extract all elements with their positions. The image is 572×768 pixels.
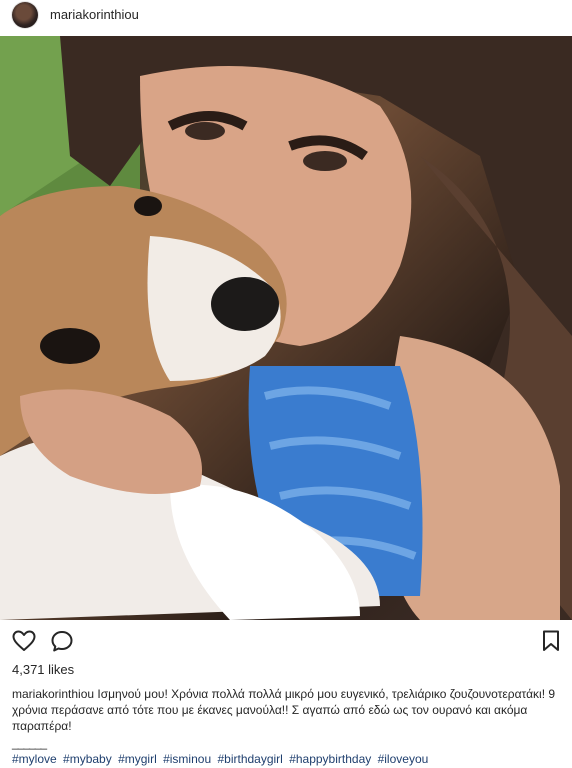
caption-text: Ισμηνού μου! Χρόνια πολλά πολλά μικρό μο… [12, 687, 556, 733]
caption-divider: ______ [12, 736, 47, 750]
post-actions [0, 620, 572, 660]
photo-illustration [0, 36, 572, 620]
post-header: mariakorinthiou [0, 0, 572, 36]
bookmark-icon[interactable] [542, 630, 560, 657]
hashtag-link[interactable]: #birthdaygirl [217, 752, 282, 766]
caption: mariakorinthiou Ισμηνού μου! Χρόνια πολλ… [12, 686, 560, 734]
hashtag-link[interactable]: #mybaby [63, 752, 112, 766]
heart-icon[interactable] [12, 630, 36, 657]
avatar[interactable] [12, 2, 38, 28]
comment-icon[interactable] [50, 630, 74, 657]
likes-count[interactable]: 4,371 likes [12, 662, 74, 677]
hashtag-link[interactable]: #mygirl [118, 752, 157, 766]
hashtag-link[interactable]: #mylove [12, 752, 57, 766]
hashtag-link[interactable]: #isminou [163, 752, 211, 766]
header-username[interactable]: mariakorinthiou [50, 7, 139, 22]
caption-username[interactable]: mariakorinthiou [12, 687, 94, 701]
hashtag-link[interactable]: #iloveyou [378, 752, 429, 766]
hashtag-link[interactable]: #happybirthday [289, 752, 371, 766]
post-photo[interactable] [0, 36, 572, 620]
hashtags: #mylove #mybaby #mygirl #isminou #birthd… [12, 752, 431, 766]
